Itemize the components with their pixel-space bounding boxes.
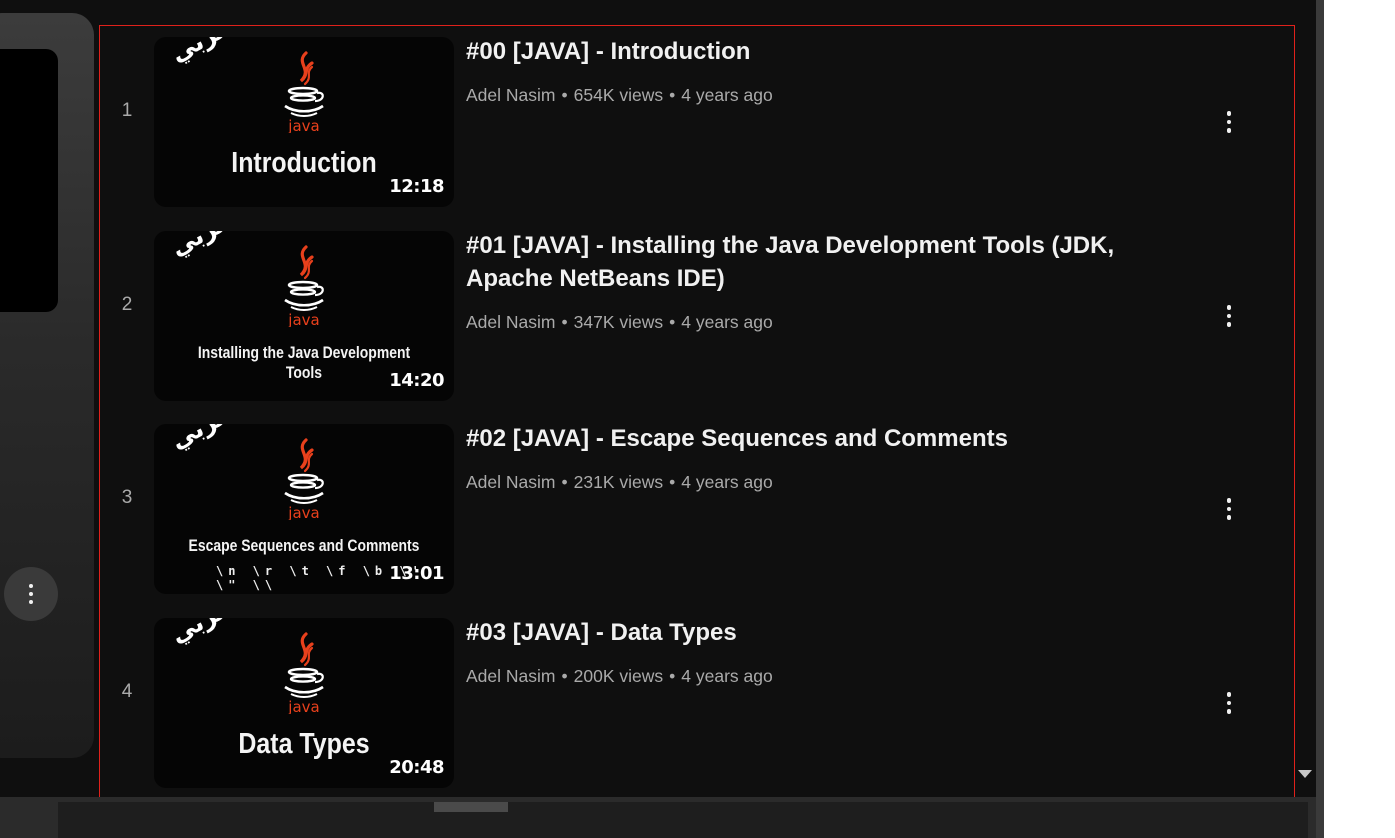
java-logo-icon: java <box>284 51 324 133</box>
playlist-item[interactable]: 2 بالعربي java Installing the Java Devel… <box>100 219 1296 401</box>
meta-separator: • <box>561 85 568 105</box>
thumbnail-badge: بالعربي <box>166 37 258 68</box>
channel-name[interactable]: Adel Nasim <box>466 666 555 686</box>
video-title[interactable]: #03 [JAVA] - Data Types <box>466 616 1206 649</box>
video-title[interactable]: #02 [JAVA] - Escape Sequences and Commen… <box>466 422 1206 455</box>
duration-badge: 20:48 <box>389 757 444 778</box>
java-logo-text: java <box>287 117 319 133</box>
meta-separator: • <box>669 472 676 492</box>
item-index: 3 <box>121 487 133 508</box>
java-logo-text: java <box>287 311 319 327</box>
view-count: 231K views <box>573 472 664 492</box>
more-vert-icon <box>1226 305 1232 327</box>
upload-age: 4 years ago <box>681 85 773 105</box>
meta-separator: • <box>669 312 676 332</box>
video-meta: Adel Nasim • 347K views • 4 years ago <box>466 310 773 334</box>
row-menu-button[interactable] <box>1212 299 1246 333</box>
java-logo-icon: java <box>284 438 324 520</box>
meta-separator: • <box>669 85 676 105</box>
channel-name[interactable]: Adel Nasim <box>466 472 555 492</box>
upload-age: 4 years ago <box>681 312 773 332</box>
java-logo-icon: java <box>284 632 324 714</box>
panel-more-button[interactable] <box>4 567 58 621</box>
item-index: 4 <box>121 681 133 702</box>
video-thumbnail[interactable]: بالعربي java Escape Sequences and Commen… <box>154 424 454 594</box>
video-thumbnail[interactable]: بالعربي java Installing the Java Develop… <box>154 231 454 401</box>
duration-badge: 14:20 <box>389 370 444 391</box>
item-index: 2 <box>121 294 133 315</box>
playlist-item[interactable]: 3 بالعربي java Escape Sequences and Comm… <box>100 412 1296 594</box>
bottom-bar <box>0 797 1324 838</box>
duration-badge: 13:01 <box>389 563 444 584</box>
view-count: 654K views <box>573 85 664 105</box>
java-logo-icon: java <box>284 245 324 327</box>
playlist-item[interactable]: 1 بالعربي java Introduction 12:18 #00 [J… <box>100 25 1296 207</box>
app-window: 1 بالعربي java Introduction 12:18 #00 [J… <box>0 0 1324 838</box>
video-meta: Adel Nasim • 654K views • 4 years ago <box>466 83 773 107</box>
more-vert-icon <box>1226 692 1232 714</box>
playlist-item[interactable]: 4 بالعربي java Data Types 20:48 #03 [JAV… <box>100 606 1296 788</box>
video-thumbnail[interactable]: بالعربي java Data Types 20:48 <box>154 618 454 788</box>
thumbnail-badge: بالعربي <box>166 618 258 649</box>
caret-down-icon[interactable] <box>1298 770 1312 778</box>
bottom-strip <box>58 802 1308 838</box>
row-menu-button[interactable] <box>1212 492 1246 526</box>
row-menu-button[interactable] <box>1212 686 1246 720</box>
meta-separator: • <box>561 472 568 492</box>
thumbnail-badge: بالعربي <box>166 424 258 455</box>
channel-name[interactable]: Adel Nasim <box>466 312 555 332</box>
video-meta: Adel Nasim • 200K views • 4 years ago <box>466 664 773 688</box>
channel-name[interactable]: Adel Nasim <box>466 85 555 105</box>
vertical-scrollbar-track[interactable] <box>1316 0 1324 838</box>
row-menu-button[interactable] <box>1212 105 1246 139</box>
playlist-video-list: 1 بالعربي java Introduction 12:18 #00 [J… <box>100 25 1296 815</box>
view-count: 347K views <box>573 312 664 332</box>
upload-age: 4 years ago <box>681 666 773 686</box>
more-vert-icon <box>1226 111 1232 133</box>
meta-separator: • <box>561 312 568 332</box>
video-meta: Adel Nasim • 231K views • 4 years ago <box>466 470 773 494</box>
thumbnail-badge: بالعربي <box>166 231 258 262</box>
java-logo-text: java <box>287 698 319 714</box>
java-logo-text: java <box>287 504 319 520</box>
meta-separator: • <box>561 666 568 686</box>
item-index: 1 <box>121 100 133 121</box>
more-vert-icon <box>1226 498 1232 520</box>
video-thumbnail[interactable]: بالعربي java Introduction 12:18 <box>154 37 454 207</box>
video-title[interactable]: #01 [JAVA] - Installing the Java Develop… <box>466 229 1206 295</box>
horizontal-scrollbar-thumb[interactable] <box>434 802 508 812</box>
thumbnail-title: Escape Sequences and Comments <box>188 536 420 555</box>
view-count: 200K views <box>573 666 664 686</box>
upload-age: 4 years ago <box>681 472 773 492</box>
meta-separator: • <box>669 666 676 686</box>
video-player[interactable] <box>0 49 58 312</box>
video-title[interactable]: #00 [JAVA] - Introduction <box>466 35 1206 68</box>
duration-badge: 12:18 <box>389 176 444 197</box>
more-vert-icon <box>29 584 33 604</box>
